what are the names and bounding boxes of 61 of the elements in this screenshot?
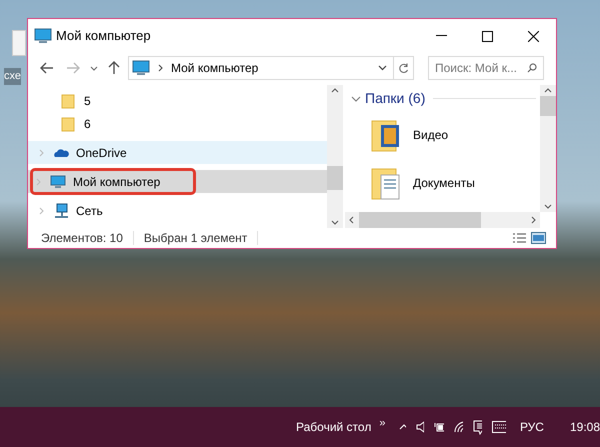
computer-icon xyxy=(34,28,52,44)
scrollbar-thumb[interactable] xyxy=(540,96,556,116)
desktop-toolbar[interactable]: Рабочий стол xyxy=(296,418,372,436)
computer-icon xyxy=(132,60,150,76)
details-view-icon[interactable] xyxy=(512,232,527,244)
scrollbar-thumb[interactable] xyxy=(327,166,343,190)
keyboard-icon[interactable] xyxy=(492,421,506,433)
chevron-down-icon xyxy=(331,220,339,225)
nav-item[interactable]: OneDrive xyxy=(28,141,327,164)
annotation-outline: Мой компьютер xyxy=(30,168,196,195)
clock[interactable]: 19:08 xyxy=(570,418,600,436)
scrollbar-thumb[interactable] xyxy=(359,212,481,228)
refresh-icon xyxy=(398,62,409,74)
folder-item[interactable]: Видео xyxy=(371,117,540,153)
nav-item[interactable]: 5 xyxy=(28,89,327,112)
chevron-up-icon[interactable] xyxy=(399,424,406,430)
chevron-up-icon xyxy=(331,88,339,93)
folder-item[interactable]: Документы xyxy=(371,165,540,201)
chevron-up-icon xyxy=(544,88,552,93)
search-icon xyxy=(527,63,537,73)
scrollbar[interactable] xyxy=(327,85,343,228)
forward-arrow-icon xyxy=(66,62,80,74)
minimize-icon xyxy=(436,35,446,37)
close-icon xyxy=(528,30,538,42)
chevron-right-icon xyxy=(158,64,163,72)
speaker-icon[interactable] xyxy=(416,421,424,433)
chevron-right-icon xyxy=(36,178,41,186)
chevron-down-icon xyxy=(90,66,98,70)
nav-item[interactable]: 6 xyxy=(28,112,327,135)
chevron-right-icon xyxy=(531,216,536,224)
battery-icon[interactable] xyxy=(434,422,444,432)
large-icons-view-icon[interactable] xyxy=(531,232,546,244)
chevron-right-icon xyxy=(39,206,44,214)
selection-status: Выбран 1 элемент xyxy=(144,230,248,247)
search-field[interactable]: Поиск: Мой к... xyxy=(428,56,544,80)
network-icon xyxy=(53,202,69,218)
back-arrow-icon xyxy=(40,62,54,74)
toolbar-overflow[interactable]: » xyxy=(379,414,386,432)
desktop-icon-label[interactable]: схе xyxy=(4,68,21,84)
chevron-right-icon xyxy=(39,148,44,156)
address-path: Мой компьютер xyxy=(171,60,258,77)
maximize-icon xyxy=(482,30,492,42)
language-indicator[interactable]: РУС xyxy=(520,418,544,436)
folder-icon xyxy=(61,92,77,108)
notifications-icon[interactable] xyxy=(472,420,482,434)
item-count: Элементов: 10 xyxy=(41,230,123,247)
horizontal-scrollbar[interactable] xyxy=(345,212,540,228)
address-bar[interactable]: Мой компьютер xyxy=(128,56,414,80)
up-arrow-icon xyxy=(108,61,120,75)
chevron-down-icon xyxy=(544,204,552,209)
group-header[interactable]: Папки (6) xyxy=(365,88,426,109)
nav-item[interactable]: Сеть xyxy=(28,199,327,222)
nav-item[interactable]: Мой компьютер xyxy=(28,170,327,193)
window-title: Мой компьютер xyxy=(56,27,151,46)
folder-icon xyxy=(61,116,77,132)
chevron-left-icon xyxy=(349,216,354,224)
computer-icon xyxy=(50,174,66,190)
chevron-icon[interactable] xyxy=(351,94,361,104)
scrollbar[interactable] xyxy=(540,85,556,212)
wifi-icon[interactable] xyxy=(454,421,463,433)
chevron-down-icon xyxy=(378,65,387,71)
